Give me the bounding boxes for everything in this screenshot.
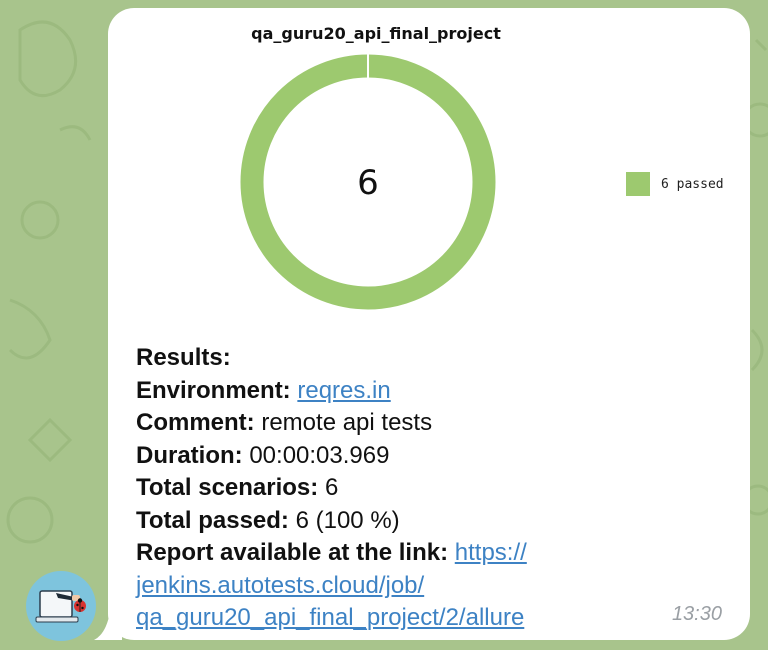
report-link-part3[interactable]: qa_guru20_api_final_project/2/allure xyxy=(136,604,524,631)
duration-label: Duration: xyxy=(136,441,243,469)
chart-legend: 6 passed xyxy=(626,172,724,196)
bot-avatar[interactable] xyxy=(26,571,96,641)
legend-swatch-passed xyxy=(626,172,650,196)
total-scenarios-label: Total scenarios: xyxy=(136,474,319,501)
report-details: Results: Environment: reqres.in Comment:… xyxy=(136,342,527,635)
chart-title: qa_guru20_api_final_project xyxy=(251,24,501,43)
total-scenarios-value: 6 xyxy=(324,474,339,501)
results-donut-chart: 6 xyxy=(240,53,496,310)
environment-link[interactable]: reqres.in xyxy=(297,377,390,404)
legend-label-passed: 6 passed xyxy=(661,176,724,192)
environment-label: Environment: xyxy=(136,376,291,404)
message-bubble: qa_guru20_api_final_project 6 6 passed R… xyxy=(108,8,750,640)
comment-label: Comment: xyxy=(136,409,255,436)
report-link-label: Report available at the link: xyxy=(136,539,449,566)
donut-center-label: 6 xyxy=(357,163,379,203)
message-time: 13:30 xyxy=(671,603,722,625)
duration-value: 00:00:03.969 xyxy=(249,441,390,469)
comment-value: remote api tests xyxy=(261,409,433,436)
total-passed-value: 6 (100 %) xyxy=(295,506,400,534)
total-passed-label: Total passed: xyxy=(136,506,289,534)
report-link-part1[interactable]: https:// xyxy=(455,539,527,566)
report-link-part2[interactable]: jenkins.autotests.cloud/job/ xyxy=(136,572,424,599)
bot-avatar-laptop-ladybug-icon xyxy=(35,590,86,623)
results-label: Results: xyxy=(136,344,231,371)
